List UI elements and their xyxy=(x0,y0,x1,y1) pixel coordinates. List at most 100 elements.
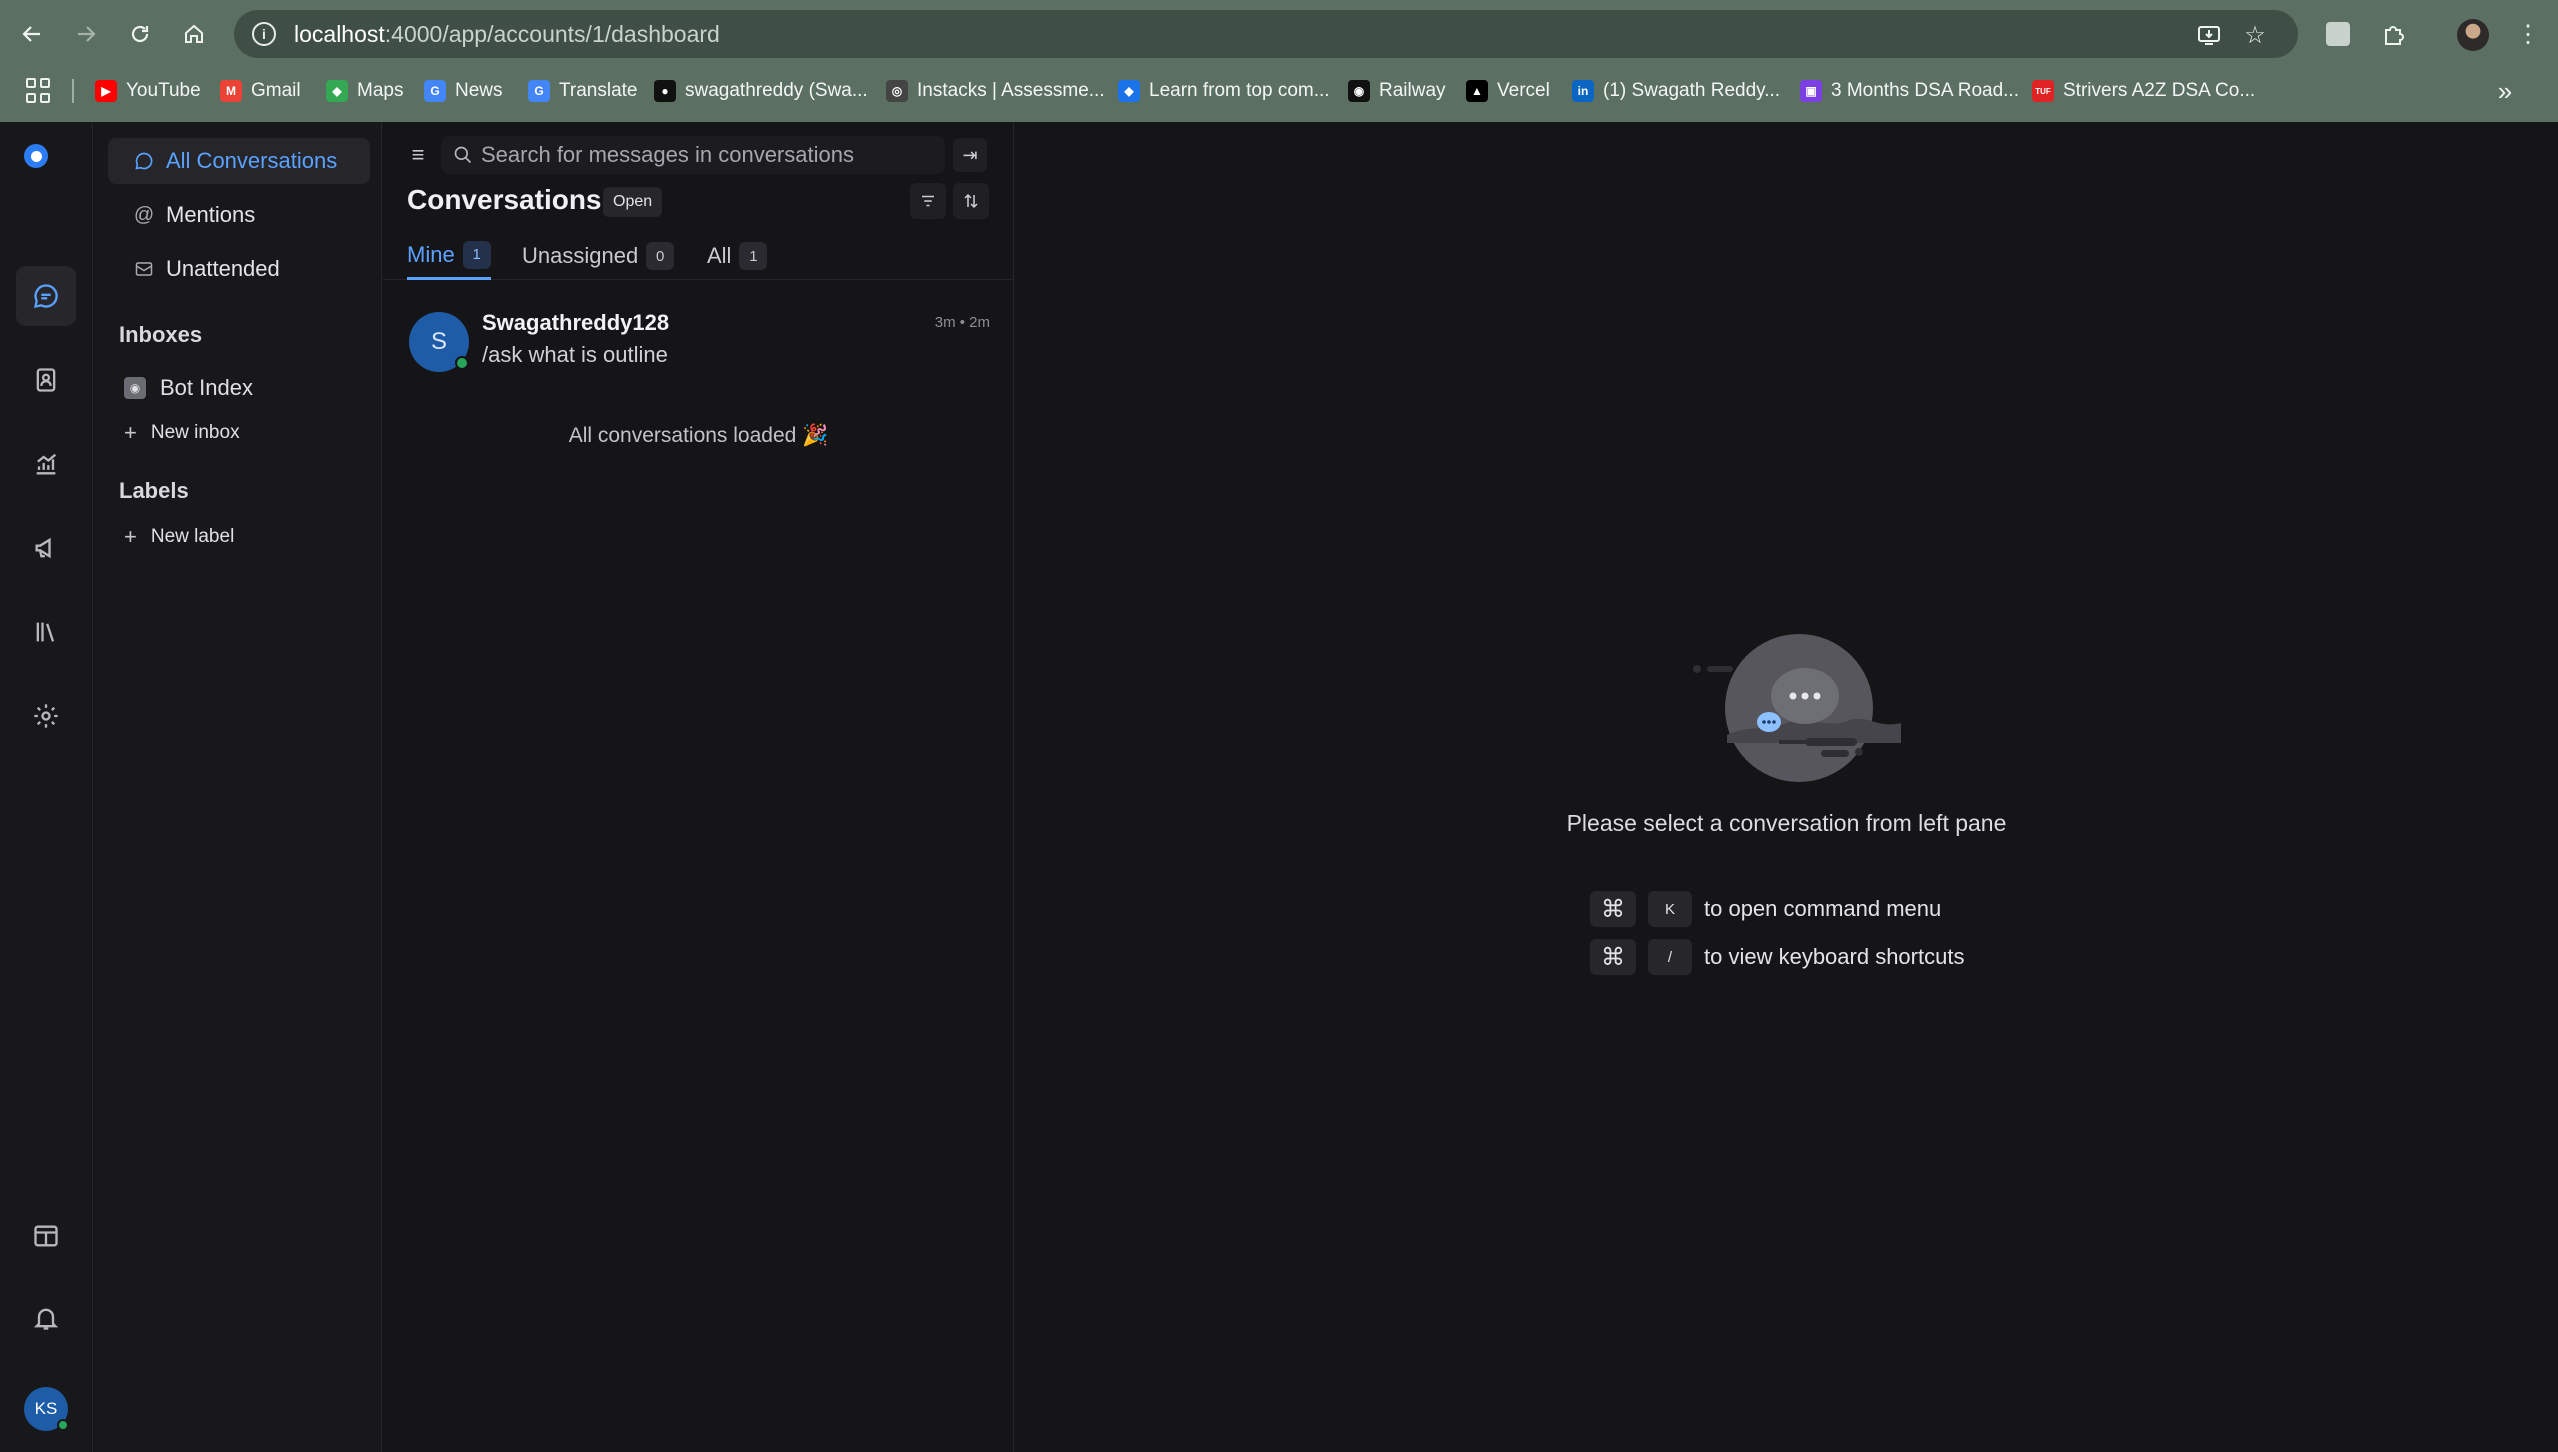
search-input[interactable] xyxy=(481,136,937,174)
bookmark-item[interactable]: G Translate xyxy=(528,76,638,106)
address-bar[interactable]: i localhost:4000/app/accounts/1/dashboar… xyxy=(234,10,2298,58)
conversation-list-panel: ≡ ⇥ Conversations Open Mine 1 Unassigned… xyxy=(383,122,1014,1452)
new-inbox-label: New inbox xyxy=(150,422,240,443)
sidebar-item-label: Mentions xyxy=(166,202,256,227)
bookmark-item[interactable]: ▶ YouTube xyxy=(95,76,201,106)
bookmark-item[interactable]: ◆ Learn from top com... xyxy=(1118,76,1330,106)
bookmark-label: Vercel xyxy=(1497,80,1550,101)
bookmark-label: Instacks | Assessme... xyxy=(917,80,1105,101)
inbox-api-icon: ◉ xyxy=(124,377,146,399)
sidebar-item-unattended[interactable]: Unattended xyxy=(108,246,370,292)
page-title: Conversations xyxy=(407,184,602,215)
filter-icon[interactable] xyxy=(910,183,946,219)
collapse-panel-icon[interactable]: ⇥ xyxy=(953,138,987,172)
inboxes-heading: Inboxes xyxy=(119,322,203,347)
shortcut-keyboard-help: ⌘ / to view keyboard shortcuts xyxy=(1590,938,1964,976)
library-nav-icon[interactable] xyxy=(16,602,76,662)
bookmark-item[interactable]: ▲ Vercel xyxy=(1466,76,1550,106)
translate-icon: G xyxy=(528,80,550,102)
new-inbox-button[interactable]: + New inbox xyxy=(124,418,240,448)
shortcut-key: K xyxy=(1648,891,1692,927)
tab-label: Mine xyxy=(407,241,455,267)
menu-toggle-icon[interactable]: ≡ xyxy=(405,142,431,168)
bookmark-label: Railway xyxy=(1379,80,1446,101)
more-bookmarks-icon[interactable]: » xyxy=(2490,76,2520,106)
bookmark-separator xyxy=(72,79,74,103)
browser-toolbar: i localhost:4000/app/accounts/1/dashboar… xyxy=(0,0,2558,68)
at-icon: @ xyxy=(133,203,155,226)
app-logo-icon[interactable] xyxy=(24,144,48,168)
conversation-timestamp: 3m • 2m xyxy=(934,314,990,331)
forward-icon[interactable] xyxy=(66,14,106,54)
new-label-button[interactable]: + New label xyxy=(124,522,234,552)
app-root: KS All Conversations @ Mentions Unattend… xyxy=(0,122,2558,1452)
linkedin-icon: in xyxy=(1572,80,1594,102)
sidebar-item-all-conversations[interactable]: All Conversations xyxy=(108,138,370,184)
back-icon[interactable] xyxy=(12,14,52,54)
bookmark-item[interactable]: TUF Strivers A2Z DSA Co... xyxy=(2032,76,2255,106)
bookmark-item[interactable]: M Gmail xyxy=(220,76,301,106)
sidebar-item-label: Unattended xyxy=(166,256,280,281)
tab-mine[interactable]: Mine 1 xyxy=(407,232,491,280)
url-host: localhost xyxy=(294,20,385,47)
github-icon: ● xyxy=(654,80,676,102)
contact-avatar: S xyxy=(409,312,469,372)
search-box xyxy=(441,136,945,174)
extension-badge-icon[interactable] xyxy=(2318,14,2358,54)
tab-count-badge: 1 xyxy=(462,240,491,269)
dashboard-apps-icon[interactable] xyxy=(16,1206,76,1266)
tab-count-badge: 1 xyxy=(739,242,768,270)
site-info-icon[interactable]: i xyxy=(252,22,276,46)
tuf-icon: TUF xyxy=(2032,80,2054,102)
reports-nav-icon[interactable] xyxy=(16,434,76,494)
tab-unassigned[interactable]: Unassigned 0 xyxy=(522,232,675,280)
conversation-detail-pane: Please select a conversation from left p… xyxy=(1015,122,2558,1452)
online-status-dot xyxy=(57,1419,69,1431)
bookmark-item[interactable]: in (1) Swagath Reddy... xyxy=(1572,76,1780,106)
install-app-icon[interactable] xyxy=(2194,20,2224,50)
shortcut-command-menu: ⌘ K to open command menu xyxy=(1590,890,1941,928)
apps-grid-icon[interactable] xyxy=(26,78,52,104)
youtube-icon: ▶ xyxy=(95,80,117,102)
bookmark-item[interactable]: ▣ 3 Months DSA Road... xyxy=(1800,76,2019,106)
tab-label: All xyxy=(707,243,732,268)
bookmark-star-icon[interactable]: ☆ xyxy=(2240,20,2270,50)
bookmark-item[interactable]: ● swagathreddy (Swa... xyxy=(654,76,868,106)
empty-chat-illustration xyxy=(1693,634,1901,782)
notifications-bell-icon[interactable] xyxy=(16,1288,76,1348)
tab-all[interactable]: All 1 xyxy=(707,232,768,280)
conversation-list-item[interactable]: S Swagathreddy128 /ask what is outline 3… xyxy=(383,298,1014,378)
contacts-nav-icon[interactable] xyxy=(16,350,76,410)
maps-icon: ◆ xyxy=(326,80,348,102)
browser-menu-icon[interactable]: ⋮ xyxy=(2508,14,2548,54)
learn-icon: ◆ xyxy=(1118,80,1140,102)
bookmark-item[interactable]: ◆ Maps xyxy=(326,76,403,106)
extensions-puzzle-icon[interactable] xyxy=(2374,14,2414,54)
shortcut-description: to view keyboard shortcuts xyxy=(1704,944,1965,969)
contact-name: Swagathreddy128 xyxy=(482,310,670,335)
user-avatar[interactable]: KS xyxy=(24,1387,69,1431)
reload-icon[interactable] xyxy=(120,14,160,54)
bookmark-label: News xyxy=(455,80,503,101)
tab-count-badge: 0 xyxy=(646,242,675,270)
settings-gear-icon[interactable] xyxy=(16,686,76,746)
plus-icon: + xyxy=(124,524,137,549)
bookmark-item[interactable]: ◎ Instacks | Assessme... xyxy=(886,76,1105,106)
sort-icon[interactable] xyxy=(953,183,989,219)
labels-heading: Labels xyxy=(119,478,189,503)
profile-avatar[interactable] xyxy=(2457,19,2489,51)
sidebar-item-mentions[interactable]: @ Mentions xyxy=(108,192,370,238)
conversations-nav-icon[interactable] xyxy=(16,266,76,326)
bookmark-item[interactable]: G News xyxy=(424,76,503,106)
campaigns-nav-icon[interactable] xyxy=(16,518,76,578)
home-icon[interactable] xyxy=(174,14,214,54)
railway-icon: ◉ xyxy=(1348,80,1370,102)
sidebar-item-bot-index[interactable]: ◉ Bot Index xyxy=(124,373,253,403)
bookmark-label: Learn from top com... xyxy=(1149,80,1330,101)
search-row: ≡ ⇥ xyxy=(383,134,1014,176)
status-filter-badge[interactable]: Open xyxy=(603,187,663,217)
shortcut-description: to open command menu xyxy=(1704,896,1942,921)
instacks-icon: ◎ xyxy=(886,80,908,102)
bookmark-label: Gmail xyxy=(251,80,301,101)
bookmark-item[interactable]: ◉ Railway xyxy=(1348,76,1446,106)
